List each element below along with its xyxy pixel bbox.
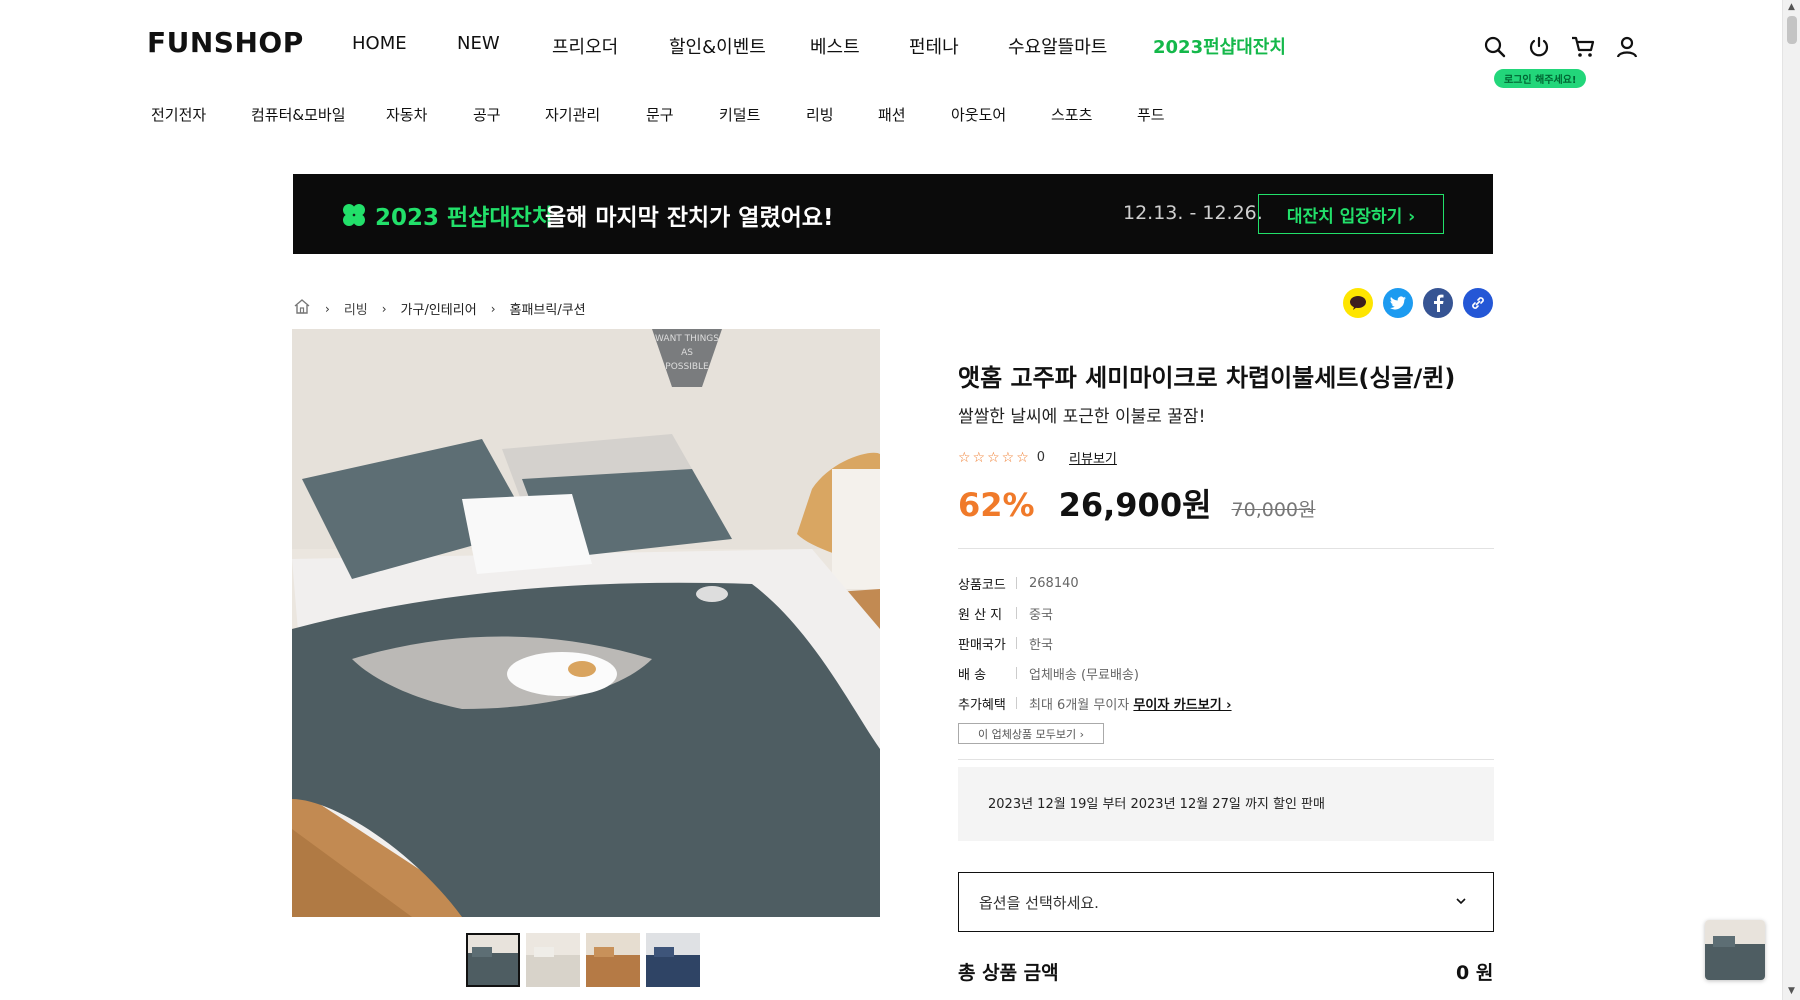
sale-price: 26,900원 <box>1058 486 1212 524</box>
category-selfcare[interactable]: 자기관리 <box>545 104 646 125</box>
svg-text:AS: AS <box>681 348 693 358</box>
product-subtitle: 쌀쌀한 날씨에 포근한 이불로 꿀잠! <box>958 407 1206 427</box>
category-living[interactable]: 리빙 <box>806 104 878 125</box>
nav-preorder[interactable]: 프리오더 <box>552 33 669 59</box>
original-price: 70,000원 <box>1231 499 1316 521</box>
interest-free-card-link[interactable]: 무이자 카드보기 › <box>1133 698 1231 713</box>
chevron-right-icon: › <box>381 301 387 316</box>
breadcrumb-item[interactable]: 가구/인테리어 <box>401 299 477 318</box>
nav-sale-event[interactable]: 할인&이벤트 <box>669 33 810 59</box>
festival-banner[interactable]: 2023 펀샵대잔치 올해 마지막 잔치가 열렸어요! 12.13. - 12.… <box>293 174 1493 254</box>
category-outdoor[interactable]: 아웃도어 <box>951 104 1051 125</box>
category-fashion[interactable]: 패션 <box>878 104 951 125</box>
user-icon[interactable] <box>1614 34 1640 60</box>
festival-enter-button[interactable]: 대잔치 입장하기 › <box>1258 194 1444 234</box>
scroll-up-icon[interactable]: ▲ <box>1788 2 1795 12</box>
nav-2023-festival[interactable]: 2023펀샵대잔치 <box>1153 33 1286 59</box>
header-icons <box>1482 34 1640 60</box>
category-sports[interactable]: 스포츠 <box>1051 104 1137 125</box>
info-row: 추가혜택 최대 6개월 무이자 무이자 카드보기 › <box>958 688 1232 718</box>
info-row: 원 산 지 중국 <box>958 598 1232 628</box>
chevron-down-icon <box>1455 893 1467 911</box>
info-value: 중국 <box>1029 607 1053 623</box>
search-icon[interactable] <box>1482 34 1508 60</box>
product-thumbnail[interactable] <box>646 933 700 987</box>
product-main-image[interactable]: WANT THINGS AS POSSIBLE <box>292 329 880 917</box>
scrollbar[interactable]: ▲ ▼ <box>1782 0 1800 1000</box>
sale-notice-text: 2023년 12월 19일 부터 2023년 12월 27일 까지 할인 판매 <box>988 797 1325 812</box>
kakaotalk-icon[interactable] <box>1343 288 1373 318</box>
category-food[interactable]: 푸드 <box>1137 104 1165 125</box>
banner-date: 12.13. - 12.26. <box>1123 202 1263 224</box>
category-car[interactable]: 자동차 <box>386 104 473 125</box>
nav-best[interactable]: 베스트 <box>810 33 909 59</box>
category-tools[interactable]: 공구 <box>473 104 545 125</box>
logo[interactable]: FUNSHOP <box>147 26 304 59</box>
option-placeholder: 옵션을 선택하세요. <box>979 894 1099 912</box>
svg-text:WANT THINGS: WANT THINGS <box>655 334 719 344</box>
vendor-products-button[interactable]: 이 업체상품 모두보기 › <box>958 723 1104 744</box>
scrollbar-thumb[interactable] <box>1787 16 1797 44</box>
nav-funtenna[interactable]: 펀테나 <box>909 33 1008 59</box>
facebook-icon[interactable] <box>1423 288 1453 318</box>
nav-home[interactable]: HOME <box>352 33 457 59</box>
divider <box>958 759 1494 760</box>
discount-rate: 62% <box>958 486 1035 524</box>
recent-viewed-thumbnail[interactable] <box>1705 920 1765 980</box>
banner-title: 2023 펀샵대잔치 <box>375 205 553 231</box>
login-badge[interactable]: 로그인 해주세요! <box>1494 69 1587 88</box>
info-row: 판매국가 한국 <box>958 628 1232 658</box>
breadcrumb-item[interactable]: 리빙 <box>344 299 368 318</box>
info-key: 배 송 <box>958 667 987 683</box>
info-value: 최대 6개월 무이자 무이자 카드보기 › <box>1029 697 1232 713</box>
product-thumbnail[interactable] <box>466 933 520 987</box>
nav-new[interactable]: NEW <box>457 33 552 59</box>
total-label: 총 상품 금액 <box>958 962 1059 984</box>
banner-text: 올해 마지막 잔치가 열렸어요! <box>545 205 834 231</box>
product-thumbnail[interactable] <box>586 933 640 987</box>
scroll-down-icon[interactable]: ▼ <box>1788 986 1795 996</box>
info-row: 상품코드 268140 <box>958 568 1232 598</box>
home-icon[interactable] <box>293 298 311 319</box>
category-stationery[interactable]: 문구 <box>646 104 719 125</box>
info-value: 268140 <box>1029 575 1079 591</box>
review-link[interactable]: 리뷰보기 <box>1069 448 1117 467</box>
divider <box>958 548 1494 549</box>
clover-icon <box>343 204 365 226</box>
info-key: 추가혜택 <box>958 697 1006 713</box>
rating-count: 0 <box>1036 450 1046 465</box>
breadcrumb-item[interactable]: 홈패브릭/쿠션 <box>510 299 586 318</box>
chevron-right-icon: › <box>325 301 330 316</box>
category-electronics[interactable]: 전기전자 <box>151 104 251 125</box>
info-key: 상품코드 <box>958 577 1006 593</box>
category-kidult[interactable]: 키덜트 <box>719 104 806 125</box>
main-nav: HOME NEW 프리오더 할인&이벤트 베스트 펀테나 수요알뜰마트 2023… <box>352 33 1286 59</box>
product-title: 앳홈 고주파 세미마이크로 차렵이불세트(싱글/퀸) <box>958 364 1456 392</box>
info-key: 판매국가 <box>958 637 1006 653</box>
chevron-right-icon: › <box>490 301 496 316</box>
product-info-list: 상품코드 268140 원 산 지 중국 판매국가 한국 배 송 업체배송 (무… <box>958 568 1232 718</box>
product-thumbnail[interactable] <box>526 933 580 987</box>
sale-notice: 2023년 12월 19일 부터 2023년 12월 27일 까지 할인 판매 <box>958 767 1494 841</box>
power-icon[interactable] <box>1526 34 1552 60</box>
info-key: 원 산 지 <box>958 607 1003 623</box>
option-select[interactable]: 옵션을 선택하세요. <box>958 872 1494 932</box>
category-computer-mobile[interactable]: 컴퓨터&모바일 <box>251 104 386 125</box>
info-value: 업체배송 (무료배송) <box>1029 667 1139 683</box>
svg-text:POSSIBLE: POSSIBLE <box>665 362 709 372</box>
info-row: 배 송 업체배송 (무료배송) <box>958 658 1232 688</box>
nav-wednesday-mart[interactable]: 수요알뜰마트 <box>1008 33 1153 59</box>
price-row: 62% 26,900원 70,000원 <box>958 480 1316 526</box>
rating: ☆☆☆☆☆ 0 리뷰보기 <box>958 448 1117 468</box>
link-icon[interactable] <box>1463 288 1493 318</box>
total-value: 0 원 <box>1456 962 1494 984</box>
info-value: 한국 <box>1029 637 1053 653</box>
product-thumbnails <box>466 933 700 987</box>
category-nav: 전기전자 컴퓨터&모바일 자동차 공구 자기관리 문구 키덜트 리빙 패션 아웃… <box>151 104 1165 125</box>
breadcrumb: › 리빙 › 가구/인테리어 › 홈패브릭/쿠션 <box>293 298 586 319</box>
twitter-icon[interactable] <box>1383 288 1413 318</box>
share-buttons <box>1343 288 1493 318</box>
star-rating-icon: ☆☆☆☆☆ <box>958 449 1031 466</box>
cart-icon[interactable] <box>1570 34 1596 60</box>
